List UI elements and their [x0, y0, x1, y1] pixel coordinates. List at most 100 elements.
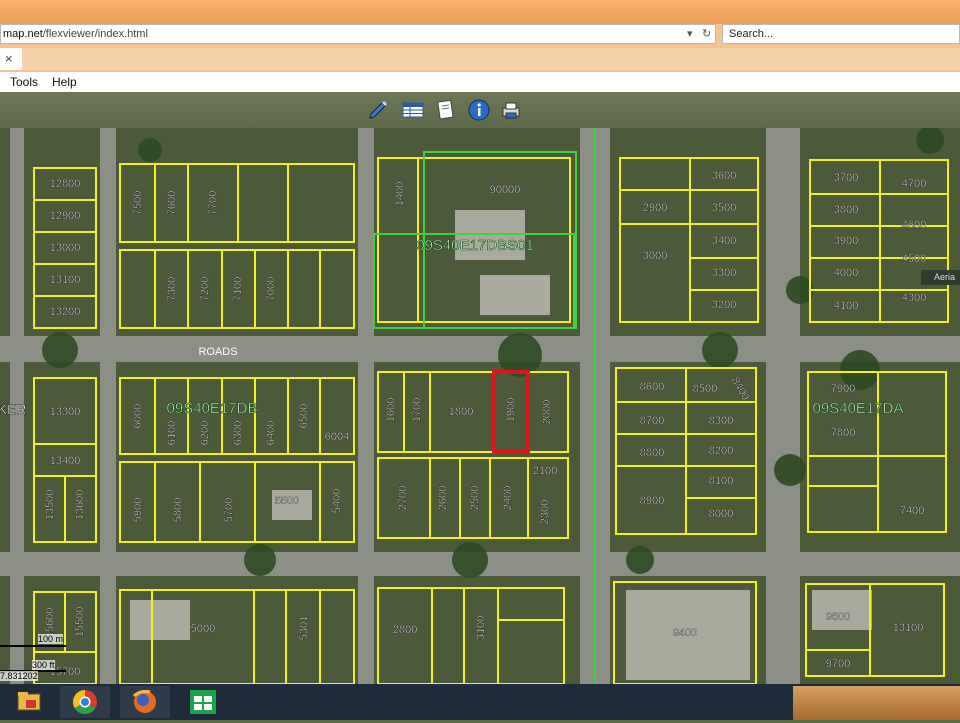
parcel-label[interactable]: 5301 — [298, 616, 310, 641]
parcel-label[interactable]: 3700 — [834, 172, 859, 184]
map-canvas[interactable]: ROADS 09S40E17DBS01 09S40E17DB 09S40E17D… — [0, 128, 960, 684]
parcel-label[interactable]: 7800 — [831, 427, 856, 439]
firefox-button[interactable] — [120, 686, 170, 718]
parcel-label[interactable]: 13500 — [44, 490, 56, 521]
parcel-label[interactable]: 12900 — [50, 210, 81, 222]
address-bar[interactable]: map.net/flexviewer/index.html ▾ ↻ — [0, 24, 716, 44]
parcel-label[interactable]: 2800 — [393, 624, 418, 636]
parcel-label[interactable]: 3500 — [712, 202, 737, 214]
parcel-label[interactable]: 8700 — [640, 415, 665, 427]
menu-tools[interactable]: Tools — [10, 75, 38, 89]
parcel-label[interactable]: 8500 — [693, 383, 718, 395]
parcel-label[interactable]: 3900 — [834, 235, 859, 247]
parcel-label[interactable]: 5700 — [223, 498, 235, 523]
parcel-label[interactable]: 7400 — [900, 505, 925, 517]
parcel-label[interactable]: 8900 — [640, 495, 665, 507]
parcel-label[interactable]: 7900 — [831, 383, 856, 395]
parcel-label[interactable]: 3400 — [712, 235, 737, 247]
menu-help[interactable]: Help — [52, 75, 77, 89]
parcel-label[interactable]: 6100 — [166, 421, 178, 446]
parcel-label[interactable]: 2700 — [397, 486, 409, 511]
parcel-label[interactable]: 6004 — [325, 431, 350, 443]
search-input[interactable]: Search... — [722, 24, 960, 44]
parcel-label[interactable]: 7500 — [132, 191, 144, 216]
parcel-label[interactable]: 3000 — [643, 250, 668, 262]
parcel-label[interactable]: 2600 — [437, 486, 449, 511]
info-icon[interactable] — [467, 98, 491, 122]
basemap-toggle-aerial[interactable]: Aeria — [921, 270, 960, 285]
parcel-label[interactable]: 13100 — [893, 622, 924, 634]
parcel-label[interactable]: 5400 — [331, 489, 343, 514]
parcel-label[interactable]: 7200 — [199, 277, 211, 302]
parcel-label[interactable]: 4600 — [902, 219, 927, 231]
browser-tab[interactable]: × — [0, 48, 23, 70]
parcel-label[interactable]: 8600 — [640, 381, 665, 393]
parcel-label[interactable]: 6500 — [298, 404, 310, 429]
parcel-label[interactable]: 7000 — [265, 277, 277, 302]
parcel-label[interactable]: 13000 — [50, 242, 81, 254]
parcel-label[interactable]: 7700 — [207, 191, 219, 216]
parcel-label[interactable]: 9400 — [673, 627, 698, 639]
parcel-label[interactable]: 6400 — [265, 421, 277, 446]
parcel-label[interactable]: 8400 — [729, 375, 752, 403]
parcel-label[interactable]: 1800 — [449, 406, 474, 418]
parcel-label[interactable]: 13200 — [50, 306, 81, 318]
parcel-label[interactable]: 8800 — [640, 447, 665, 459]
file-explorer-icon[interactable] — [4, 686, 54, 718]
parcel-label[interactable]: 3300 — [712, 267, 737, 279]
parcel-label[interactable]: 2500 — [469, 486, 481, 511]
parcel-label[interactable]: 8200 — [709, 445, 734, 457]
print-icon[interactable] — [499, 98, 523, 122]
parcel-label[interactable]: 5000 — [191, 623, 216, 635]
parcel-label[interactable]: 7600 — [166, 191, 178, 216]
parcel-label[interactable]: 5800 — [172, 498, 184, 523]
parcel-label[interactable]: 1700 — [411, 398, 423, 423]
parcel-label[interactable]: 4100 — [834, 300, 859, 312]
parcel-label[interactable]: 2100 — [533, 465, 558, 477]
parcel-label[interactable]: 4300 — [902, 292, 927, 304]
parcel-label[interactable]: 5500 — [275, 495, 300, 507]
parcel-label[interactable]: 8300 — [709, 415, 734, 427]
parcel-label[interactable]: 6200 — [199, 421, 211, 446]
parcel-label[interactable]: 13100 — [50, 274, 81, 286]
parcel-label[interactable]: 2000 — [541, 400, 553, 425]
parcel-label[interactable]: 8100 — [709, 475, 734, 487]
road-label: ROADS — [198, 346, 237, 358]
refresh-icon[interactable]: ↻ — [702, 27, 711, 40]
coordinate-readout: 7.831202 — [0, 671, 38, 681]
parcel-label[interactable]: 2300 — [539, 500, 551, 525]
parcel-label[interactable]: 2900 — [643, 202, 668, 214]
parcel-label[interactable]: 15500 — [74, 607, 86, 638]
parcel-label[interactable]: 13600 — [74, 490, 86, 521]
parcel-label[interactable]: 13300 — [50, 406, 81, 418]
parcel-label[interactable]: 3100 — [475, 616, 487, 641]
store-icon[interactable] — [178, 686, 228, 718]
close-tab-icon[interactable]: × — [5, 51, 13, 66]
parcel-label[interactable]: 12800 — [50, 178, 81, 190]
notes-icon[interactable] — [434, 98, 458, 122]
parcel-label[interactable]: 9600 — [826, 611, 851, 623]
parcel-label[interactable]: 1400 — [394, 182, 406, 207]
parcel-label[interactable]: 3800 — [834, 204, 859, 216]
parcel-label[interactable]: 3600 — [712, 170, 737, 182]
parcel-label[interactable]: 1600 — [385, 398, 397, 423]
parcel-label[interactable]: 9700 — [826, 658, 851, 670]
parcel-label[interactable]: 2400 — [502, 486, 514, 511]
parcel-label[interactable]: 13400 — [50, 455, 81, 467]
parcel-label[interactable]: 1900 — [505, 398, 517, 423]
chrome-button[interactable] — [60, 686, 110, 718]
parcel-label[interactable]: 3200 — [712, 299, 737, 311]
parcel-label[interactable]: 90000 — [490, 184, 521, 196]
parcel-label[interactable]: 6000 — [132, 404, 144, 429]
parcel-label[interactable]: 8000 — [709, 508, 734, 520]
parcel-label[interactable]: 7100 — [232, 277, 244, 302]
parcel-label[interactable]: 4500 — [902, 253, 927, 265]
dropdown-arrow-icon[interactable]: ▾ — [687, 27, 693, 40]
parcel-label[interactable]: 5900 — [132, 498, 144, 523]
draw-pen-icon[interactable] — [366, 98, 390, 122]
parcel-label[interactable]: 6300 — [232, 421, 244, 446]
parcel-label[interactable]: 7300 — [166, 277, 178, 302]
table-icon[interactable] — [401, 98, 425, 122]
parcel-label[interactable]: 4000 — [834, 267, 859, 279]
parcel-label[interactable]: 4700 — [902, 178, 927, 190]
